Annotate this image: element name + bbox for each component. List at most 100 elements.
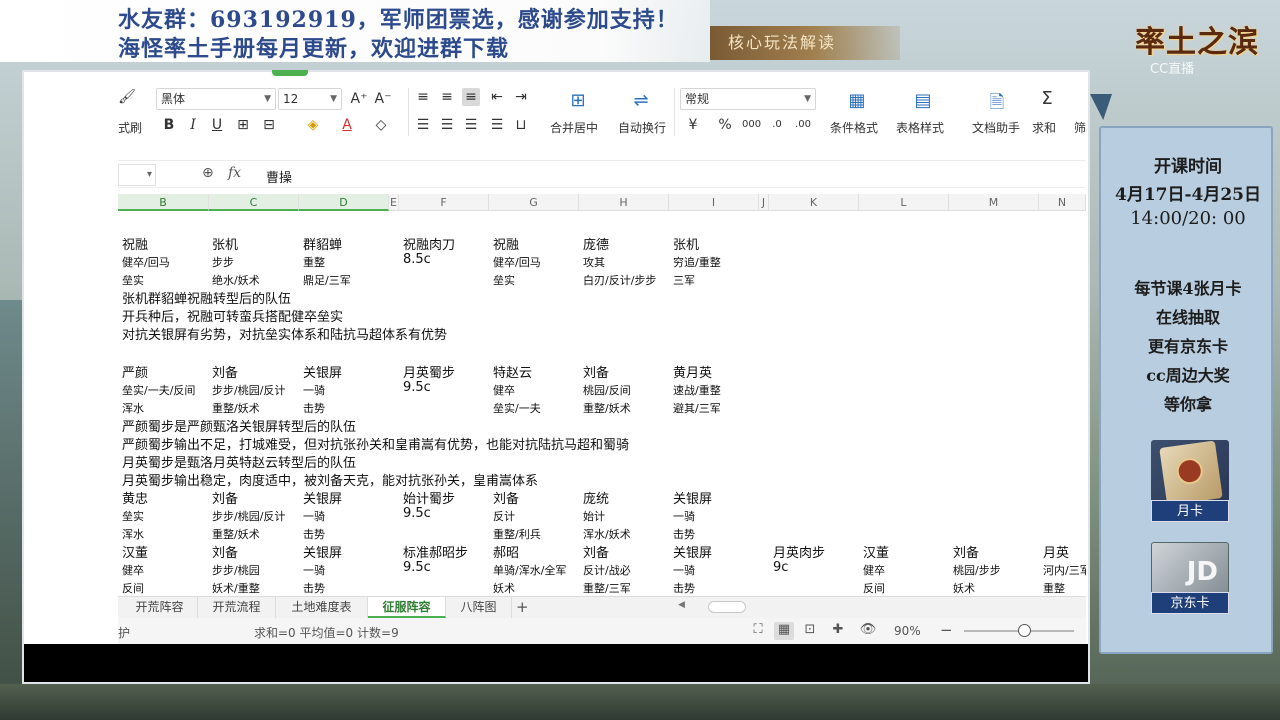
sheet-tab[interactable]: 土地难度表 bbox=[276, 597, 368, 618]
column-header[interactable]: M bbox=[949, 194, 1039, 211]
name-box[interactable]: ▾ bbox=[118, 164, 156, 186]
cell[interactable]: 垒实 bbox=[493, 272, 515, 288]
cell[interactable]: 白刃/反计/步步 bbox=[583, 272, 656, 288]
cell[interactable]: 关银屏 bbox=[303, 542, 342, 561]
cell[interactable]: 健卒 bbox=[863, 562, 885, 578]
border-icon[interactable]: ⊞ bbox=[234, 116, 252, 134]
cell[interactable]: 黄忠 bbox=[122, 488, 148, 507]
cell[interactable]: 严颜 bbox=[122, 362, 148, 381]
cell[interactable]: 反间 bbox=[122, 580, 144, 595]
cell[interactable]: 浑水/妖术 bbox=[583, 526, 631, 542]
cell[interactable]: 重整 bbox=[303, 254, 325, 270]
cell[interactable]: 9.5c bbox=[403, 380, 431, 395]
cell[interactable]: 月英肉步 bbox=[773, 542, 825, 561]
cell[interactable]: 桃园/步步 bbox=[953, 562, 1001, 578]
cell[interactable]: 一骑 bbox=[673, 562, 695, 578]
fullscreen-icon[interactable]: ⛶ bbox=[748, 622, 768, 640]
underline-icon[interactable]: U bbox=[208, 116, 226, 134]
cell[interactable]: 关银屏 bbox=[673, 542, 712, 561]
cell-note[interactable]: 严颜蜀步是严颜甄洛关银屏转型后的队伍 bbox=[122, 416, 356, 435]
wrap-text-label[interactable]: 自动换行 bbox=[618, 119, 666, 136]
cell[interactable]: 关银屏 bbox=[303, 362, 342, 381]
decrease-decimal-icon[interactable]: .00 bbox=[794, 116, 812, 134]
zoom-search-icon[interactable]: ⊕ bbox=[202, 165, 214, 181]
cell[interactable]: 汉董 bbox=[122, 542, 148, 561]
cell[interactable]: 9c bbox=[773, 560, 788, 575]
column-header[interactable]: D bbox=[299, 194, 389, 211]
cell[interactable]: 关银屏 bbox=[303, 488, 342, 507]
doc-helper-label[interactable]: 文档助手 bbox=[972, 119, 1020, 136]
column-header[interactable]: J bbox=[759, 194, 769, 211]
cell[interactable]: 击势 bbox=[673, 580, 695, 595]
format-painter-icon[interactable]: 🖌 bbox=[118, 88, 136, 106]
cell[interactable]: 浑水 bbox=[122, 400, 144, 416]
column-header[interactable]: C bbox=[209, 194, 299, 211]
number-format-select[interactable]: 常规 ▼ bbox=[680, 88, 816, 110]
eye-protect-icon[interactable]: 👁 bbox=[858, 622, 878, 640]
column-header[interactable]: F bbox=[399, 194, 489, 211]
sheet-tab[interactable]: 开荒阵容 bbox=[122, 597, 198, 618]
column-header[interactable]: K bbox=[769, 194, 859, 211]
cell[interactable]: 步步 bbox=[212, 254, 234, 270]
cell[interactable]: 一骑 bbox=[303, 562, 325, 578]
cell[interactable]: 击势 bbox=[303, 400, 325, 416]
cell[interactable]: 一骑 bbox=[303, 508, 325, 524]
cell[interactable]: 绝水/妖术 bbox=[212, 272, 260, 288]
cell[interactable]: 黄月英 bbox=[673, 362, 712, 381]
sum-icon[interactable]: Σ bbox=[1034, 88, 1060, 110]
align-center-icon[interactable]: ☰ bbox=[438, 116, 456, 134]
cell[interactable]: 标准郝昭步 bbox=[403, 542, 468, 561]
font-size-select[interactable]: 12 ▼ bbox=[278, 88, 342, 110]
cell[interactable]: 刘备 bbox=[493, 488, 519, 507]
cell[interactable]: 祝融 bbox=[122, 234, 148, 253]
table-style-icon[interactable]: ▤ bbox=[910, 90, 936, 112]
cell[interactable]: 刘备 bbox=[212, 362, 238, 381]
increase-font-icon[interactable]: A⁺ bbox=[350, 90, 368, 108]
cell[interactable]: 浑水 bbox=[122, 526, 144, 542]
cell[interactable]: 击势 bbox=[303, 526, 325, 542]
freeze-panes-icon[interactable]: ✚ bbox=[828, 622, 848, 640]
fill-color-icon[interactable]: ◈ bbox=[304, 116, 322, 134]
cell[interactable]: 健卒/回马 bbox=[122, 254, 170, 270]
function-icon[interactable]: fx bbox=[228, 165, 241, 181]
cell-note[interactable]: 月英蜀步输出稳定，肉度适中，被刘备天克，能对抗张孙关，皇甫嵩体系 bbox=[122, 470, 538, 489]
cell[interactable]: 攻其 bbox=[583, 254, 605, 270]
bold-icon[interactable]: B bbox=[160, 116, 178, 134]
cell[interactable]: 垒实/一夫 bbox=[493, 400, 541, 416]
thousands-icon[interactable]: 000 bbox=[742, 116, 761, 134]
align-left-icon[interactable]: ☰ bbox=[414, 116, 432, 134]
cell[interactable]: 鼎足/三军 bbox=[303, 272, 351, 288]
cell[interactable]: 群貂蝉 bbox=[303, 234, 342, 253]
column-header[interactable]: E bbox=[389, 194, 399, 211]
column-header[interactable]: G bbox=[489, 194, 579, 211]
column-header[interactable]: B bbox=[118, 194, 209, 211]
merge-center-icon[interactable]: ⊞ bbox=[565, 90, 591, 112]
cell[interactable]: 祝融 bbox=[493, 234, 519, 253]
decrease-indent-icon[interactable]: ⇤ bbox=[488, 88, 506, 106]
cell[interactable]: 始计 bbox=[583, 508, 605, 524]
cell[interactable]: 垒实/一夫/反间 bbox=[122, 382, 195, 398]
horizontal-scrollbar[interactable] bbox=[708, 601, 746, 613]
conditional-format-label[interactable]: 条件格式 bbox=[830, 119, 878, 136]
cell[interactable]: 反计 bbox=[493, 508, 515, 524]
cell[interactable]: 9.5c bbox=[403, 506, 431, 521]
sheet-tab[interactable]: 八阵图 bbox=[446, 597, 512, 618]
align-right-icon[interactable]: ☰ bbox=[462, 116, 480, 134]
column-header[interactable]: N bbox=[1039, 194, 1086, 211]
doc-helper-icon[interactable]: 🗎 bbox=[984, 90, 1010, 113]
cell[interactable]: 重整/妖术 bbox=[583, 400, 631, 416]
clear-format-icon[interactable]: ◇ bbox=[372, 116, 390, 134]
cell[interactable]: 步步/桃园/反计 bbox=[212, 508, 285, 524]
justify-icon[interactable]: ☰ bbox=[488, 116, 506, 134]
column-header[interactable]: L bbox=[859, 194, 949, 211]
cell[interactable]: 单骑/浑水/全军 bbox=[493, 562, 566, 578]
cell[interactable]: 三军 bbox=[673, 272, 695, 288]
page-break-view-icon[interactable]: ⊡ bbox=[800, 622, 820, 640]
scroll-left-icon[interactable]: ◀ bbox=[678, 600, 685, 610]
table-style-label[interactable]: 表格样式 bbox=[896, 119, 944, 136]
distributed-icon[interactable]: ⊔ bbox=[512, 116, 530, 134]
font-color-icon[interactable]: A bbox=[338, 116, 356, 134]
filter-label[interactable]: 筛 bbox=[1074, 119, 1086, 136]
cell-note[interactable]: 月英蜀步是甄洛月英特赵云转型后的队伍 bbox=[122, 452, 356, 471]
normal-view-icon[interactable]: ▦ bbox=[774, 622, 794, 640]
